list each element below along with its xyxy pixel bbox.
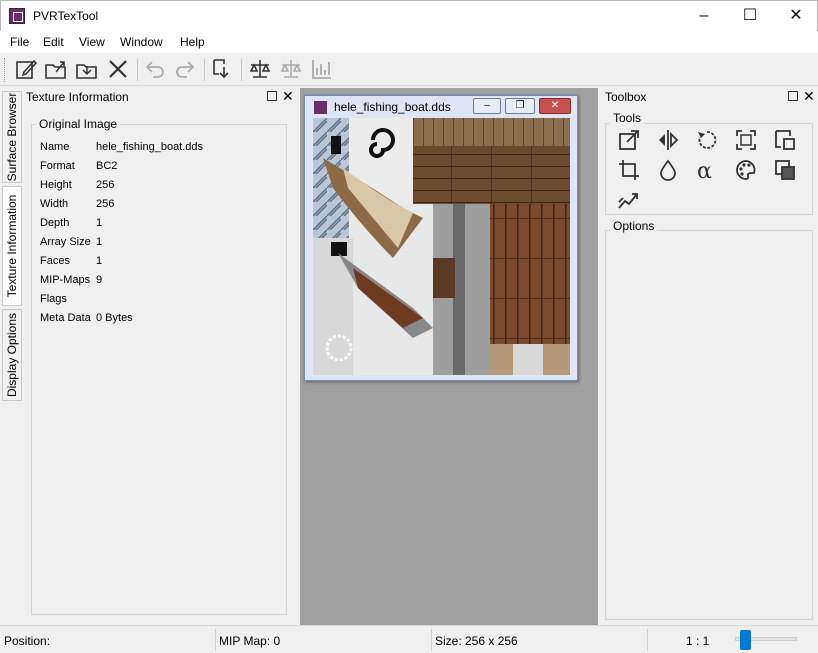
tools-group-title: Tools — [610, 111, 645, 125]
encode-icon[interactable] — [210, 57, 236, 83]
close-button[interactable]: ✕ — [773, 1, 818, 32]
save-file-icon[interactable] — [75, 57, 101, 83]
flip-icon[interactable] — [656, 128, 680, 152]
crop-icon[interactable] — [617, 158, 641, 182]
texture-image[interactable] — [313, 118, 570, 375]
compare-icon[interactable] — [248, 57, 274, 83]
options-group — [605, 230, 813, 620]
resize-icon[interactable] — [617, 128, 641, 152]
status-size: Size: 256 x 256 — [435, 634, 518, 648]
minimize-button[interactable]: – — [681, 1, 727, 32]
alpha-icon[interactable]: α — [695, 158, 719, 184]
status-bar: Position: MIP Map: 0 Size: 256 x 256 1 :… — [0, 625, 818, 653]
status-separator — [215, 629, 216, 651]
rotate-icon[interactable] — [695, 128, 719, 152]
chart-icon[interactable] — [617, 188, 641, 212]
copy-icon[interactable] — [773, 128, 797, 152]
image-window-title: hele_fishing_boat.dds — [334, 100, 451, 114]
title-bar: PVRTexTool – ☐ ✕ — [0, 0, 818, 31]
close-panel-icon[interactable]: ✕ — [282, 88, 294, 104]
panel-title: Toolbox — [605, 90, 647, 104]
svg-text:α: α — [697, 159, 712, 182]
panel-title: Texture Information — [26, 90, 129, 104]
mdi-close-button[interactable]: ✕ — [539, 98, 571, 114]
menu-help[interactable]: Help — [180, 35, 205, 49]
float-panel-icon[interactable] — [267, 91, 277, 101]
layers-icon[interactable] — [773, 158, 797, 182]
menu-file[interactable]: File — [10, 35, 29, 49]
open-file-icon[interactable] — [44, 57, 70, 83]
fit-icon[interactable] — [734, 128, 758, 152]
new-file-icon[interactable] — [14, 57, 40, 83]
tab-display-options[interactable]: Display Options — [2, 309, 22, 401]
tab-surface-browser[interactable]: Surface Browser — [2, 91, 22, 183]
toolbox-panel: Toolbox ✕ Tools α Options — [603, 88, 818, 625]
redo-icon[interactable] — [173, 57, 199, 83]
mdi-restore-button[interactable]: ❐ — [505, 98, 535, 114]
image-window-icon — [314, 101, 327, 114]
close-file-icon[interactable] — [106, 57, 132, 83]
compare-disabled-icon[interactable] — [279, 57, 305, 83]
group-title: Original Image — [36, 117, 121, 131]
status-separator — [647, 629, 648, 651]
zoom-slider-thumb[interactable] — [740, 630, 752, 650]
maximize-button[interactable]: ☐ — [727, 1, 773, 32]
options-group-title: Options — [610, 219, 658, 233]
drop-icon[interactable] — [656, 158, 680, 182]
side-tab-bar: Surface Browser Texture Information Disp… — [0, 87, 24, 625]
app-icon — [9, 8, 25, 24]
toolbar-separator — [204, 59, 205, 81]
tab-texture-information[interactable]: Texture Information — [2, 186, 22, 306]
texture-information-panel: Texture Information ✕ Original Image Nam… — [24, 88, 296, 625]
toolbar-separator — [137, 59, 138, 81]
undo-icon[interactable] — [143, 57, 169, 83]
toolbar-grip[interactable] — [4, 58, 7, 82]
status-separator — [431, 629, 432, 651]
mdi-minimize-button[interactable]: – — [473, 98, 501, 114]
menu-view[interactable]: View — [79, 35, 105, 49]
menu-bar: File Edit View Window Help — [0, 31, 818, 53]
menu-window[interactable]: Window — [120, 35, 163, 49]
chart-icon[interactable] — [310, 57, 336, 83]
zoom-label: 1 : 1 — [686, 634, 710, 648]
float-panel-icon[interactable] — [788, 91, 798, 101]
status-mip-map: MIP Map: 0 — [219, 634, 281, 648]
toolbar-separator — [241, 59, 242, 81]
toolbar — [0, 53, 818, 86]
status-position: Position: — [4, 634, 51, 648]
image-window[interactable]: hele_fishing_boat.dds – ❐ ✕ — [304, 95, 578, 381]
palette-icon[interactable] — [734, 158, 758, 182]
menu-edit[interactable]: Edit — [43, 35, 64, 49]
window-title: PVRTexTool — [33, 9, 99, 23]
close-panel-icon[interactable]: ✕ — [803, 88, 815, 104]
